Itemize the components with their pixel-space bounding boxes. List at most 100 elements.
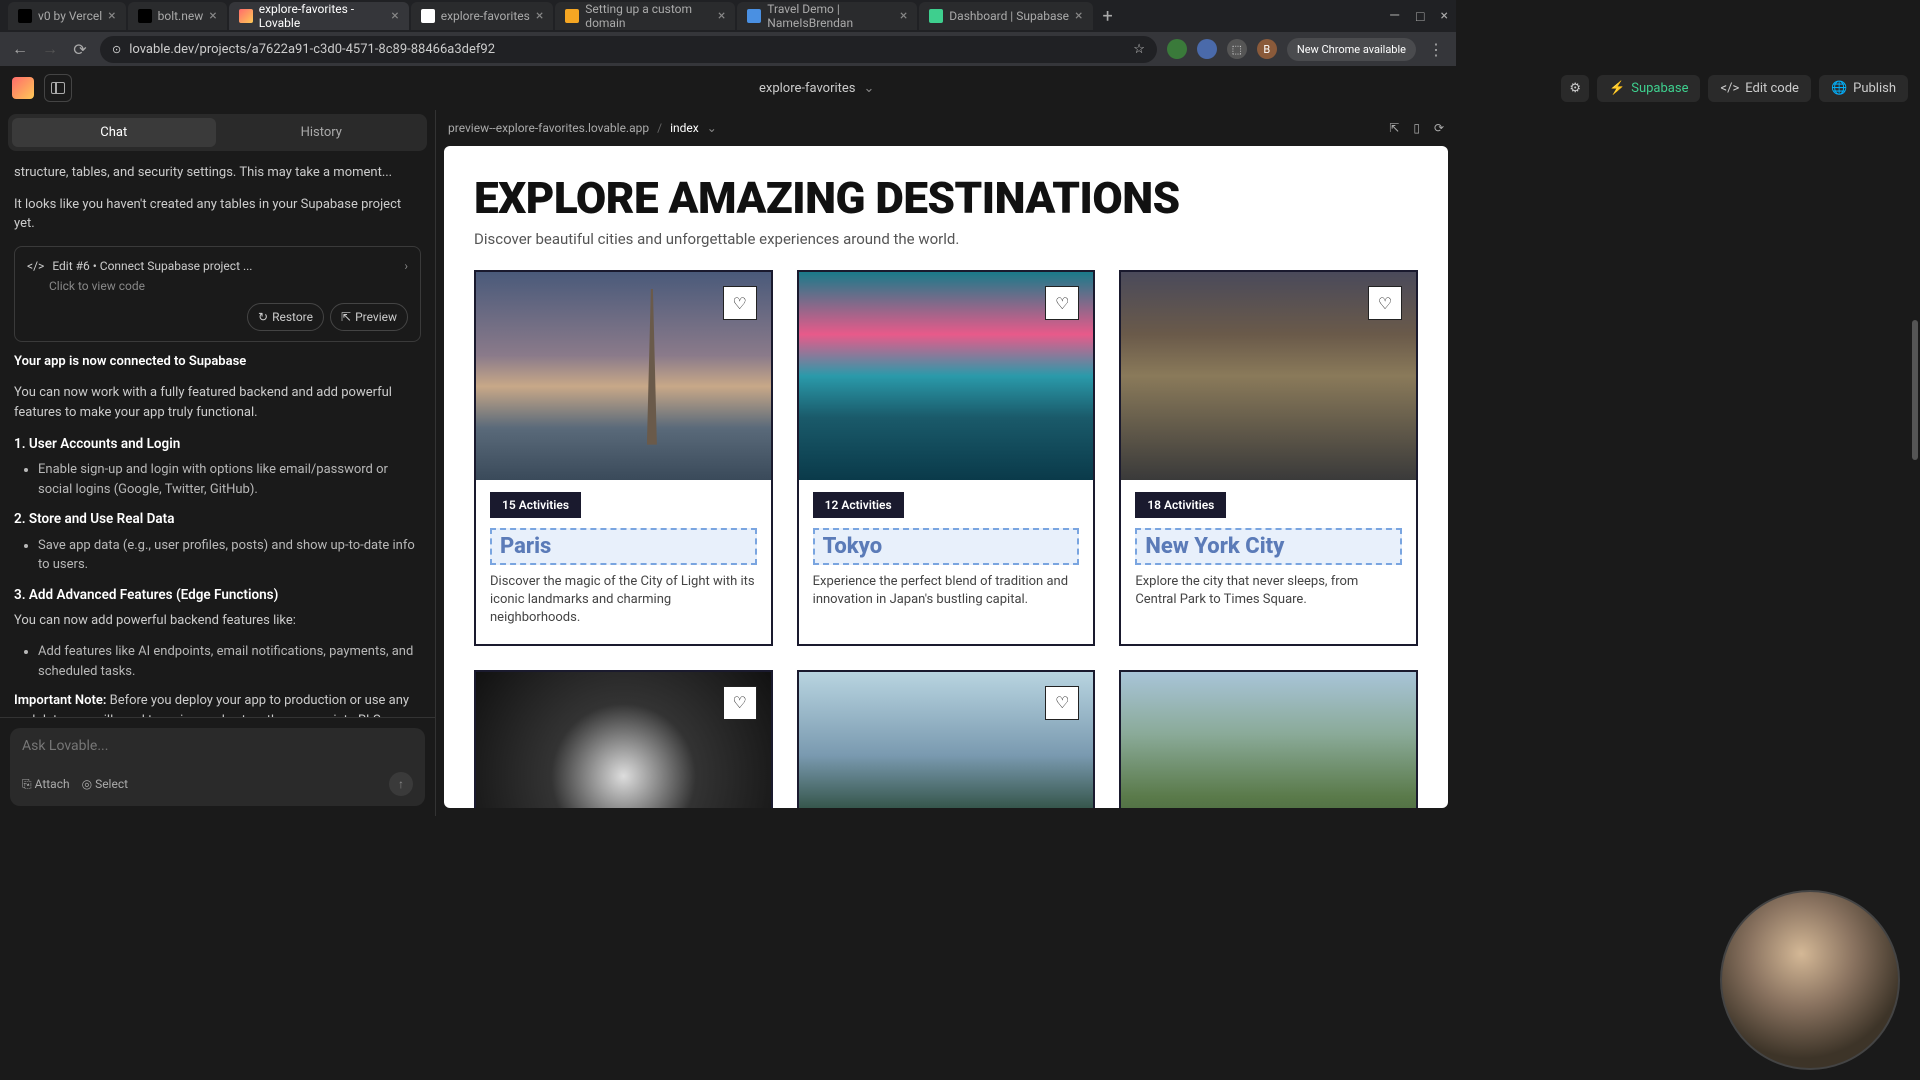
destination-grid: ♡ 15 Activities Paris Discover the magic… [474, 270, 1418, 808]
code-icon: </> [27, 257, 44, 275]
back-icon[interactable]: ← [10, 39, 30, 59]
city-name-editable[interactable]: Tokyo [813, 528, 1080, 565]
favorite-button[interactable]: ♡ [1045, 286, 1079, 320]
favorite-button[interactable]: ♡ [1368, 286, 1402, 320]
minimize-icon[interactable]: — [1389, 8, 1400, 25]
chevron-right-icon: › [404, 257, 408, 275]
supabase-button[interactable]: ⚡Supabase [1597, 75, 1700, 102]
card-image [1121, 672, 1416, 808]
close-icon[interactable]: × [536, 8, 543, 24]
browser-tab[interactable]: explore-favorites× [411, 2, 554, 30]
list-heading: 3. Add Advanced Features (Edge Functions… [14, 585, 421, 605]
destination-card[interactable]: ♡ 12 Activities Tokyo Experience the per… [797, 270, 1096, 646]
list-item: Save app data (e.g., user profiles, post… [38, 536, 421, 575]
chat-text: You can now add powerful backend feature… [14, 611, 421, 631]
card-image: ♡ [1121, 272, 1416, 480]
destination-card[interactable]: ♡ 18 Activities New York City Explore th… [1119, 270, 1418, 646]
favorite-button[interactable]: ♡ [723, 686, 757, 720]
browser-tab[interactable]: Dashboard | Supabase× [919, 2, 1092, 30]
browser-tab[interactable]: Travel Demo | NameIsBrendan× [737, 2, 917, 30]
favorite-button[interactable]: ♡ [1045, 686, 1079, 720]
close-icon[interactable]: × [1075, 8, 1082, 24]
restore-button[interactable]: ↻Restore [247, 303, 324, 331]
edit-card-title: Edit #6 • Connect Supabase project ... [52, 257, 252, 275]
breadcrumb-page[interactable]: index [670, 121, 699, 135]
heart-icon: ♡ [732, 294, 746, 313]
extension-icon[interactable] [1167, 39, 1187, 59]
browser-toolbar: ← → ⟳ ⊙ lovable.dev/projects/a7622a91-c3… [0, 32, 1456, 66]
close-icon[interactable]: × [209, 8, 216, 24]
refresh-preview-icon[interactable]: ⟳ [1434, 121, 1444, 135]
chat-input[interactable]: Ask Lovable... [22, 738, 413, 754]
preview-iframe[interactable]: EXPLORE AMAZING DESTINATIONS Discover be… [444, 146, 1448, 808]
preview-button[interactable]: ⇱Preview [330, 303, 408, 331]
chat-messages[interactable]: structure, tables, and security settings… [0, 155, 435, 717]
kebab-menu-icon[interactable]: ⋮ [1426, 40, 1446, 59]
heart-icon: ♡ [732, 693, 746, 712]
mobile-view-icon[interactable]: ▯ [1413, 121, 1420, 135]
section-heading: Your app is now connected to Supabase [14, 354, 246, 369]
chrome-update-button[interactable]: New Chrome available [1287, 38, 1416, 61]
arrow-up-icon: ↑ [398, 777, 404, 791]
breadcrumb-host[interactable]: preview--explore-favorites.lovable.app [448, 121, 649, 135]
heart-icon: ♡ [1378, 294, 1392, 313]
target-icon: ◎ [82, 777, 92, 791]
browser-tab-strip: v0 by Vercel× bolt.new× explore-favorite… [0, 0, 1456, 32]
chat-text: You can now work with a fully featured b… [14, 383, 421, 422]
attach-button[interactable]: ⎘ Attach [22, 777, 70, 792]
preview-breadcrumb-bar: preview--explore-favorites.lovable.app /… [436, 110, 1456, 146]
address-bar[interactable]: ⊙ lovable.dev/projects/a7622a91-c3d0-457… [100, 36, 1157, 63]
browser-tab[interactable]: bolt.new× [128, 2, 227, 30]
new-tab-button[interactable]: + [1095, 6, 1121, 27]
lovable-logo-icon[interactable] [12, 77, 34, 99]
card-image: ♡ [799, 672, 1094, 808]
edit-card[interactable]: </> Edit #6 • Connect Supabase project .… [14, 246, 421, 342]
page-subtitle: Discover beautiful cities and unforgetta… [474, 230, 1418, 248]
close-icon[interactable]: × [108, 8, 115, 24]
browser-tab[interactable]: v0 by Vercel× [8, 2, 126, 30]
browser-tab[interactable]: Setting up a custom domain× [555, 2, 735, 30]
destination-card[interactable]: ♡ [474, 670, 773, 808]
reload-icon[interactable]: ⟳ [70, 40, 90, 59]
close-window-icon[interactable]: × [1441, 8, 1448, 25]
open-external-icon[interactable]: ⇱ [1389, 121, 1399, 135]
webcam-overlay [1720, 890, 1900, 1070]
close-icon[interactable]: × [900, 8, 907, 24]
panel-toggle-button[interactable] [44, 74, 72, 102]
preview-pane: preview--explore-favorites.lovable.app /… [436, 66, 1456, 816]
url-text: lovable.dev/projects/a7622a91-c3d0-4571-… [129, 42, 495, 57]
bookmark-icon[interactable]: ☆ [1133, 42, 1145, 57]
site-info-icon[interactable]: ⊙ [112, 43, 121, 56]
profile-avatar[interactable]: B [1257, 39, 1277, 59]
extension-icon[interactable] [1197, 39, 1217, 59]
project-title-dropdown[interactable]: explore-favorites ⌄ [759, 81, 874, 96]
destination-card[interactable]: ♡ [797, 670, 1096, 808]
list-heading: 1. User Accounts and Login [14, 434, 421, 454]
heart-icon: ♡ [1055, 693, 1069, 712]
close-icon[interactable]: × [391, 8, 398, 24]
favorite-button[interactable]: ♡ [723, 286, 757, 320]
city-name-editable[interactable]: New York City [1135, 528, 1402, 565]
send-button[interactable]: ↑ [389, 772, 413, 796]
attach-icon: ⎘ [22, 777, 32, 791]
extensions-menu-icon[interactable]: ⬚ [1227, 39, 1247, 59]
close-icon[interactable]: × [718, 8, 725, 24]
city-name-editable[interactable]: Paris [490, 528, 757, 565]
page-title: EXPLORE AMAZING DESTINATIONS [474, 172, 1418, 224]
external-link-icon: ⇱ [341, 308, 351, 326]
browser-tab[interactable]: explore-favorites - Lovable× [229, 2, 409, 30]
publish-button[interactable]: 🌐Publish [1819, 75, 1908, 102]
settings-button[interactable]: ⚙ [1561, 75, 1589, 102]
edit-code-button[interactable]: </>Edit code [1708, 75, 1810, 102]
select-button[interactable]: ◎ Select [82, 777, 128, 791]
app-header: explore-favorites ⌄ ⚙ ⚡Supabase </>Edit … [0, 66, 1920, 110]
tab-history[interactable]: History [220, 118, 424, 147]
globe-icon: 🌐 [1831, 81, 1847, 96]
chevron-down-icon[interactable]: ⌄ [707, 121, 717, 135]
maximize-icon[interactable]: □ [1416, 8, 1424, 25]
sidebar-tabs: Chat History [8, 114, 427, 151]
tab-chat[interactable]: Chat [12, 118, 216, 147]
destination-card[interactable] [1119, 670, 1418, 808]
destination-card[interactable]: ♡ 15 Activities Paris Discover the magic… [474, 270, 773, 646]
restore-icon: ↻ [258, 308, 268, 326]
